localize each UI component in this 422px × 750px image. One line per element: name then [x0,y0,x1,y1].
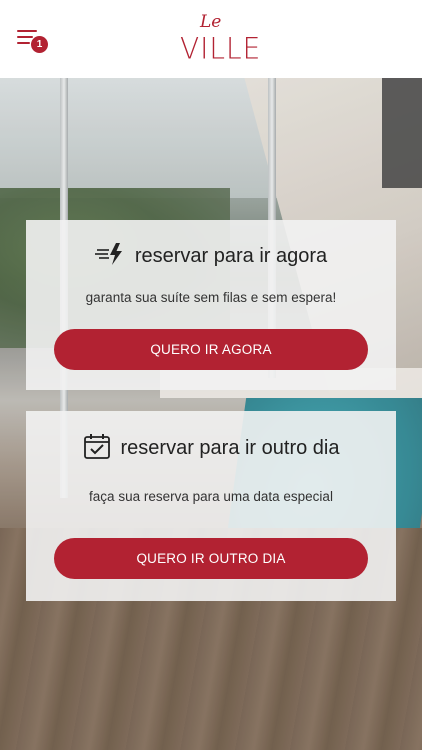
notification-badge[interactable]: 1 [31,36,48,53]
card-header: reservar para ir agora [26,242,396,271]
le-ville-logo: Le VILLE [178,12,260,66]
app-header: 1 Le VILLE [0,0,422,78]
logo-le-text: Le [200,12,222,32]
reserve-now-card: reservar para ir agora garanta sua suíte… [26,220,396,390]
fast-lightning-icon [94,242,125,271]
menu-icon-bar [17,36,33,38]
reserve-other-day-card: reservar para ir outro dia faça sua rese… [26,411,396,601]
quero-ir-outro-dia-button[interactable]: QUERO IR OUTRO DIA [54,538,368,579]
card-subtitle: faça sua reserva para uma data especial [89,489,333,504]
quero-ir-agora-button[interactable]: QUERO IR AGORA [54,329,368,370]
card-title: reservar para ir agora [134,245,328,267]
card-subtitle: garanta sua suíte sem filas e sem espera… [85,290,337,305]
menu-icon-bar [17,42,30,44]
logo-ville-text: VILLE [180,31,262,66]
card-header: reservar para ir outro dia [26,432,396,465]
menu-icon-bar [17,30,37,32]
card-title: reservar para ir outro dia [120,437,340,459]
calendar-check-icon [83,432,111,465]
